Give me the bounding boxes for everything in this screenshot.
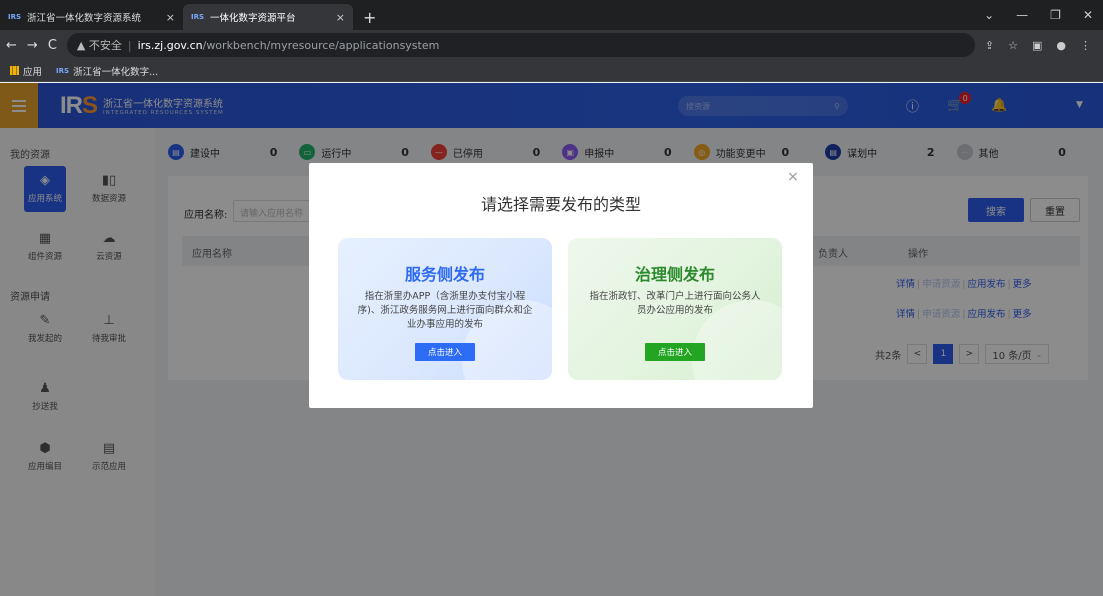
close-window-button[interactable]: ✕ [1083, 8, 1093, 22]
close-icon[interactable]: × [787, 169, 799, 185]
governance-side-enter-button[interactable]: 点击进入 [645, 343, 705, 361]
toolbar-icons: ⇪ ☆ ▣ ● ⋮ [985, 39, 1097, 52]
address-bar: ← → C ▲ 不安全 | irs.zj.gov.cn/workbench/my… [0, 30, 1103, 60]
window-controls: ⌄ — ❐ ✕ [984, 0, 1103, 30]
url-path: /workbench/myresource/applicationsystem [202, 38, 440, 52]
tab-title: 浙江省一体化数字资源系统 [27, 13, 142, 24]
menu-kebab-icon[interactable]: ⋮ [1080, 39, 1091, 52]
bookmark-apps[interactable]: 应用 [10, 64, 42, 78]
tab-close-icon[interactable]: × [336, 11, 345, 24]
profile-icon[interactable]: ● [1056, 39, 1066, 52]
tab-close-icon[interactable]: × [166, 11, 175, 24]
card-title: 治理侧发布 [634, 265, 715, 284]
minimize-button[interactable]: — [1016, 8, 1028, 22]
tab-search-icon[interactable]: ⌄ [984, 8, 994, 22]
bookmark-irs[interactable]: IRS 浙江省一体化数字... [56, 64, 158, 78]
browser-tab-active[interactable]: IRS 一体化数字资源平台 × [183, 4, 353, 30]
card-title: 服务侧发布 [404, 265, 485, 284]
irs-favicon-icon: IRS [8, 13, 22, 21]
irs-favicon-icon: IRS [56, 66, 70, 75]
modal-title: 请选择需要发布的类型 [480, 195, 641, 214]
bookmarks-bar: 应用 IRS 浙江省一体化数字... [0, 60, 1103, 82]
browser-tab-bar: IRS 浙江省一体化数字资源系统 × IRS 一体化数字资源平台 × + [0, 0, 1103, 30]
governance-side-publish-card[interactable]: 治理侧发布 指在浙政钉、改革门户上进行面向公务人员办公应用的发布 点击进入 [568, 238, 782, 380]
card-description: 指在浙里办APP（含浙里办支付宝小程序)、浙江政务服务网上进行面向群众和企业办事… [357, 291, 533, 330]
url-input[interactable]: ▲ 不安全 | irs.zj.gov.cn/workbench/myresour… [66, 33, 975, 57]
irs-favicon-icon: IRS [191, 13, 205, 21]
apps-grid-icon [10, 66, 19, 75]
service-side-enter-button[interactable]: 点击进入 [415, 343, 475, 361]
reload-icon[interactable]: C [48, 38, 57, 53]
publish-type-modal: × 请选择需要发布的类型 服务侧发布 指在浙里办APP（含浙里办支付宝小程序)、… [309, 163, 813, 408]
bookmark-star-icon[interactable]: ☆ [1008, 39, 1018, 52]
maximize-button[interactable]: ❐ [1050, 8, 1061, 22]
tab-title: 一体化数字资源平台 [210, 13, 296, 24]
service-side-publish-card[interactable]: 服务侧发布 指在浙里办APP（含浙里办支付宝小程序)、浙江政务服务网上进行面向群… [338, 238, 552, 380]
security-warning[interactable]: ▲ 不安全 [77, 37, 122, 53]
side-panel-icon[interactable]: ▣ [1032, 39, 1042, 52]
new-tab-button[interactable]: + [353, 4, 386, 30]
forward-arrow-icon[interactable]: → [27, 38, 38, 53]
url-domain: irs.zj.gov.cn [137, 38, 203, 52]
card-description: 指在浙政钉、改革门户上进行面向公务人员办公应用的发布 [589, 291, 761, 316]
back-arrow-icon[interactable]: ← [6, 38, 17, 53]
share-icon[interactable]: ⇪ [985, 39, 994, 52]
browser-tab[interactable]: IRS 浙江省一体化数字资源系统 × [0, 4, 183, 30]
